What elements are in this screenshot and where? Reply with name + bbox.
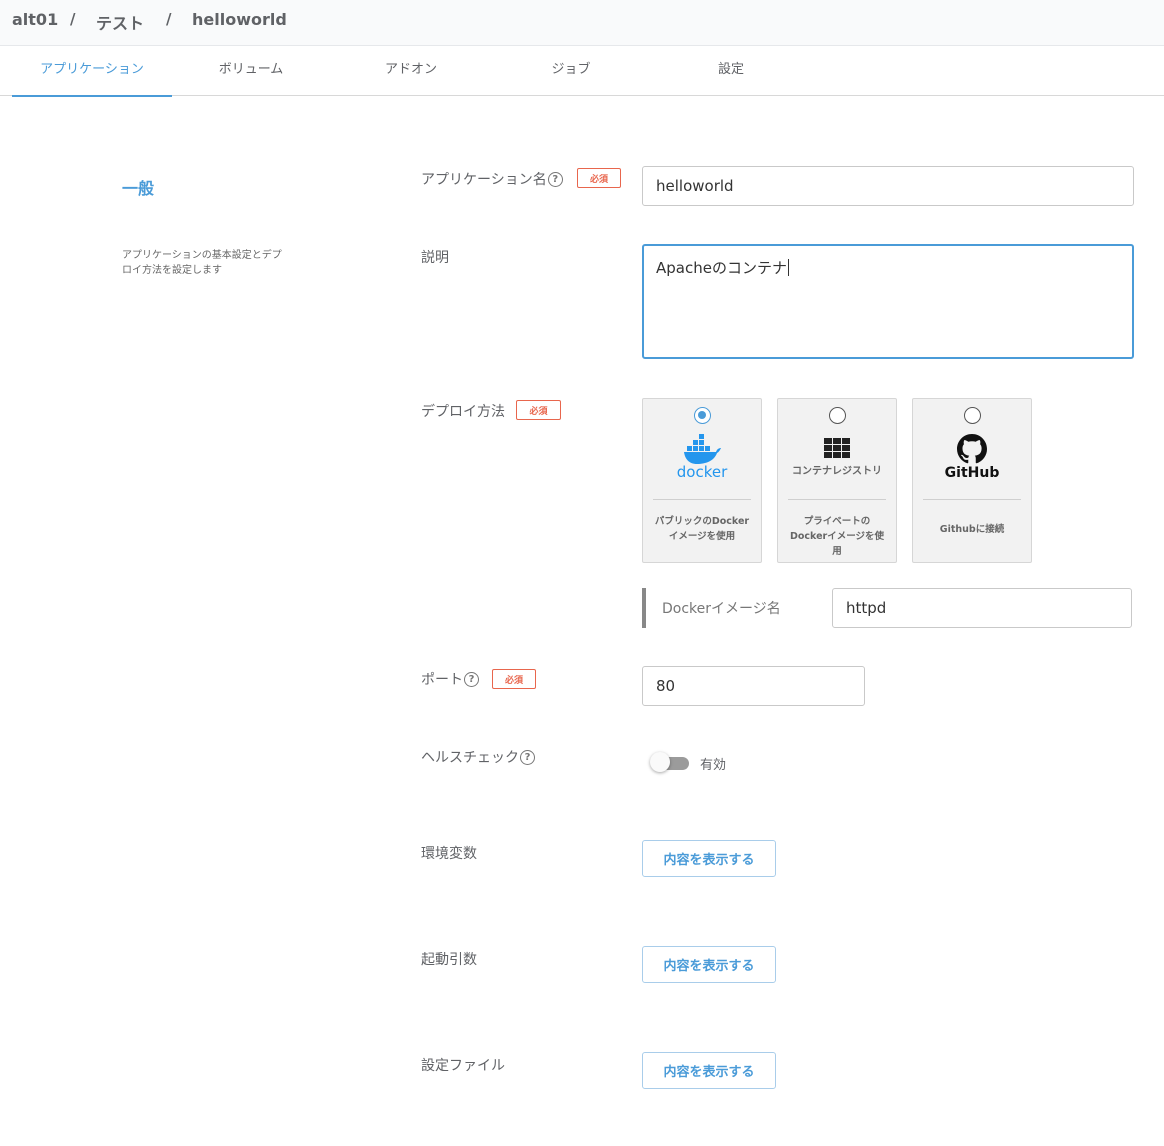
healthcheck-label: ヘルスチェック ?: [421, 747, 535, 767]
deploy-option-github[interactable]: GitHub Githubに接続: [912, 398, 1032, 563]
breadcrumb-item-app: helloworld: [192, 10, 287, 29]
registry-logo-text: コンテナレジストリ: [792, 465, 882, 477]
github-logo-text: GitHub: [944, 464, 1000, 481]
tab-job[interactable]: ジョブ: [491, 46, 651, 95]
healthcheck-toggle-knob[interactable]: [650, 752, 670, 772]
card-divider: [923, 499, 1021, 500]
breadcrumb-separator: /: [166, 10, 172, 28]
sub-field-indicator: [642, 588, 646, 628]
port-label: ポート ?: [421, 669, 479, 689]
tab-application[interactable]: アプリケーション: [12, 46, 172, 97]
tab-settings[interactable]: 設定: [651, 46, 811, 95]
tab-volume[interactable]: ボリューム: [171, 46, 331, 95]
breadcrumb-separator: /: [70, 10, 76, 28]
text-caret: [787, 259, 789, 276]
show-env-button[interactable]: 内容を表示する: [642, 840, 776, 877]
env-label: 環境変数: [421, 846, 477, 862]
docker-image-input[interactable]: httpd: [832, 588, 1132, 628]
args-label: 起動引数: [421, 952, 477, 968]
healthcheck-toggle-label: 有効: [700, 758, 727, 773]
required-badge: 必須: [577, 168, 621, 188]
section-description: アプリケーションの基本設定とデプロイ方法を設定します: [122, 250, 282, 276]
docker-logo-text: docker: [676, 463, 728, 481]
deploy-option-desc: パブリックのDockerイメージを使用: [654, 516, 750, 542]
github-octocat-icon: GitHub: [913, 431, 1031, 483]
docker-whale-icon: docker: [643, 431, 761, 483]
required-badge: 必須: [516, 400, 561, 420]
docker-image-label: Dockerイメージ名: [662, 601, 781, 617]
breadcrumb-item-project[interactable]: テスト: [96, 10, 144, 34]
radio-selected-icon[interactable]: [694, 407, 711, 424]
container-registry-grid-icon: コンテナレジストリ: [778, 431, 896, 483]
deploy-option-docker[interactable]: docker パブリックのDockerイメージを使用: [642, 398, 762, 563]
card-divider: [653, 499, 751, 500]
breadcrumb-item-team[interactable]: alt01: [12, 10, 58, 29]
section-title: 一般: [122, 179, 155, 198]
deploy-option-desc: Githubに接続: [939, 524, 1005, 535]
deploy-option-desc: プライベートのDockerイメージを使用: [789, 516, 885, 557]
healthcheck-label-text: ヘルスチェック: [421, 750, 519, 766]
required-badge: 必須: [492, 669, 536, 689]
app-name-label: アプリケーション名 ?: [421, 169, 563, 189]
description-textarea[interactable]: Apacheのコンテナ: [642, 244, 1134, 359]
breadcrumb: alt01 / テスト / helloworld: [0, 0, 1164, 46]
show-config-button[interactable]: 内容を表示する: [642, 1052, 776, 1089]
show-args-button[interactable]: 内容を表示する: [642, 946, 776, 983]
app-name-input[interactable]: helloworld: [642, 166, 1134, 206]
help-icon[interactable]: ?: [547, 171, 563, 187]
radio-unselected-icon[interactable]: [829, 407, 846, 424]
description-text: Apacheのコンテナ: [656, 259, 787, 277]
port-label-text: ポート: [421, 672, 463, 688]
port-input[interactable]: 80: [642, 666, 865, 706]
description-label: 説明: [421, 250, 449, 266]
radio-unselected-icon[interactable]: [964, 407, 981, 424]
tab-addon[interactable]: アドオン: [331, 46, 491, 95]
app-name-label-text: アプリケーション名: [421, 172, 547, 188]
deploy-option-registry[interactable]: コンテナレジストリ プライベートのDockerイメージを使用: [777, 398, 897, 563]
help-icon[interactable]: ?: [520, 749, 535, 765]
tab-bar: アプリケーション ボリューム アドオン ジョブ 設定: [0, 46, 1164, 97]
config-file-label: 設定ファイル: [421, 1058, 505, 1074]
help-icon[interactable]: ?: [464, 671, 479, 687]
deploy-method-label: デプロイ方法: [421, 404, 505, 420]
card-divider: [788, 499, 886, 500]
